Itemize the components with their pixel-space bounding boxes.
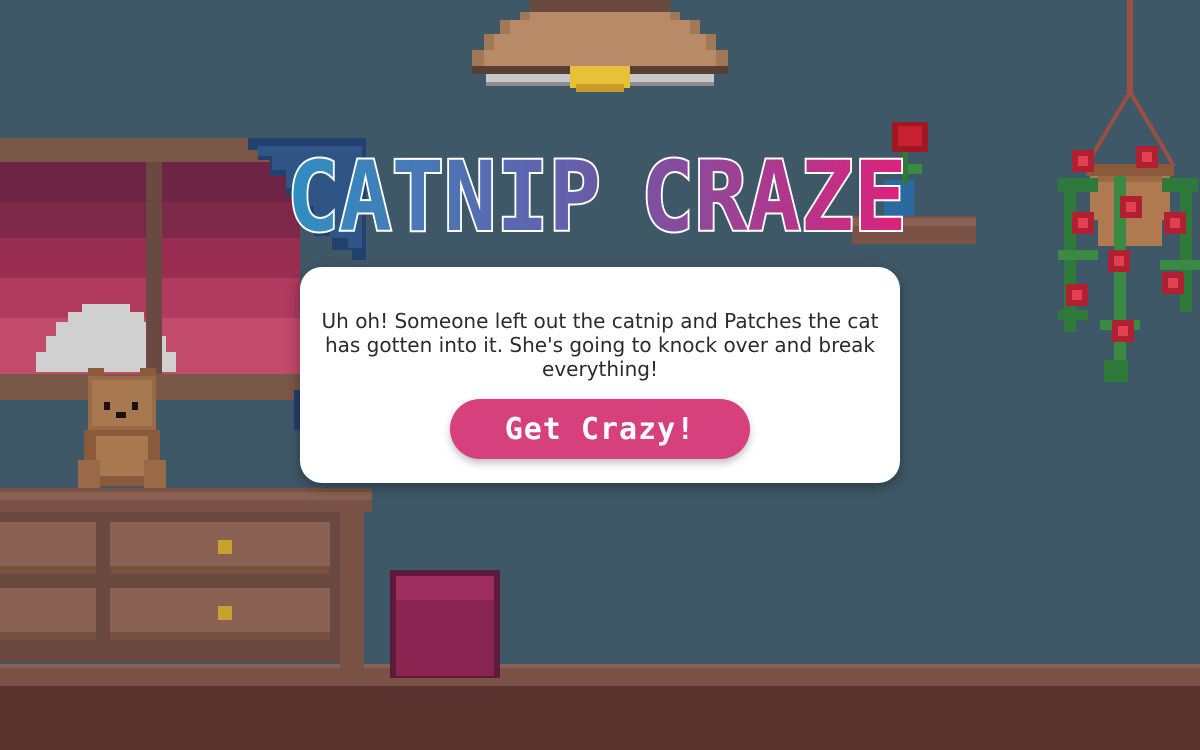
dresser	[0, 488, 372, 676]
wall-shelf	[852, 216, 976, 244]
game-stage: CATNIP CRAZE Uh oh! Someone left out the…	[0, 0, 1200, 750]
cushion-stool	[390, 570, 500, 678]
get-crazy-button[interactable]: Get Crazy!	[450, 399, 750, 459]
intro-dialog: Uh oh! Someone left out the catnip and P…	[300, 267, 900, 483]
intro-text: Uh oh! Someone left out the catnip and P…	[321, 309, 879, 381]
floor	[0, 664, 1200, 750]
teddy-bear	[78, 368, 166, 488]
